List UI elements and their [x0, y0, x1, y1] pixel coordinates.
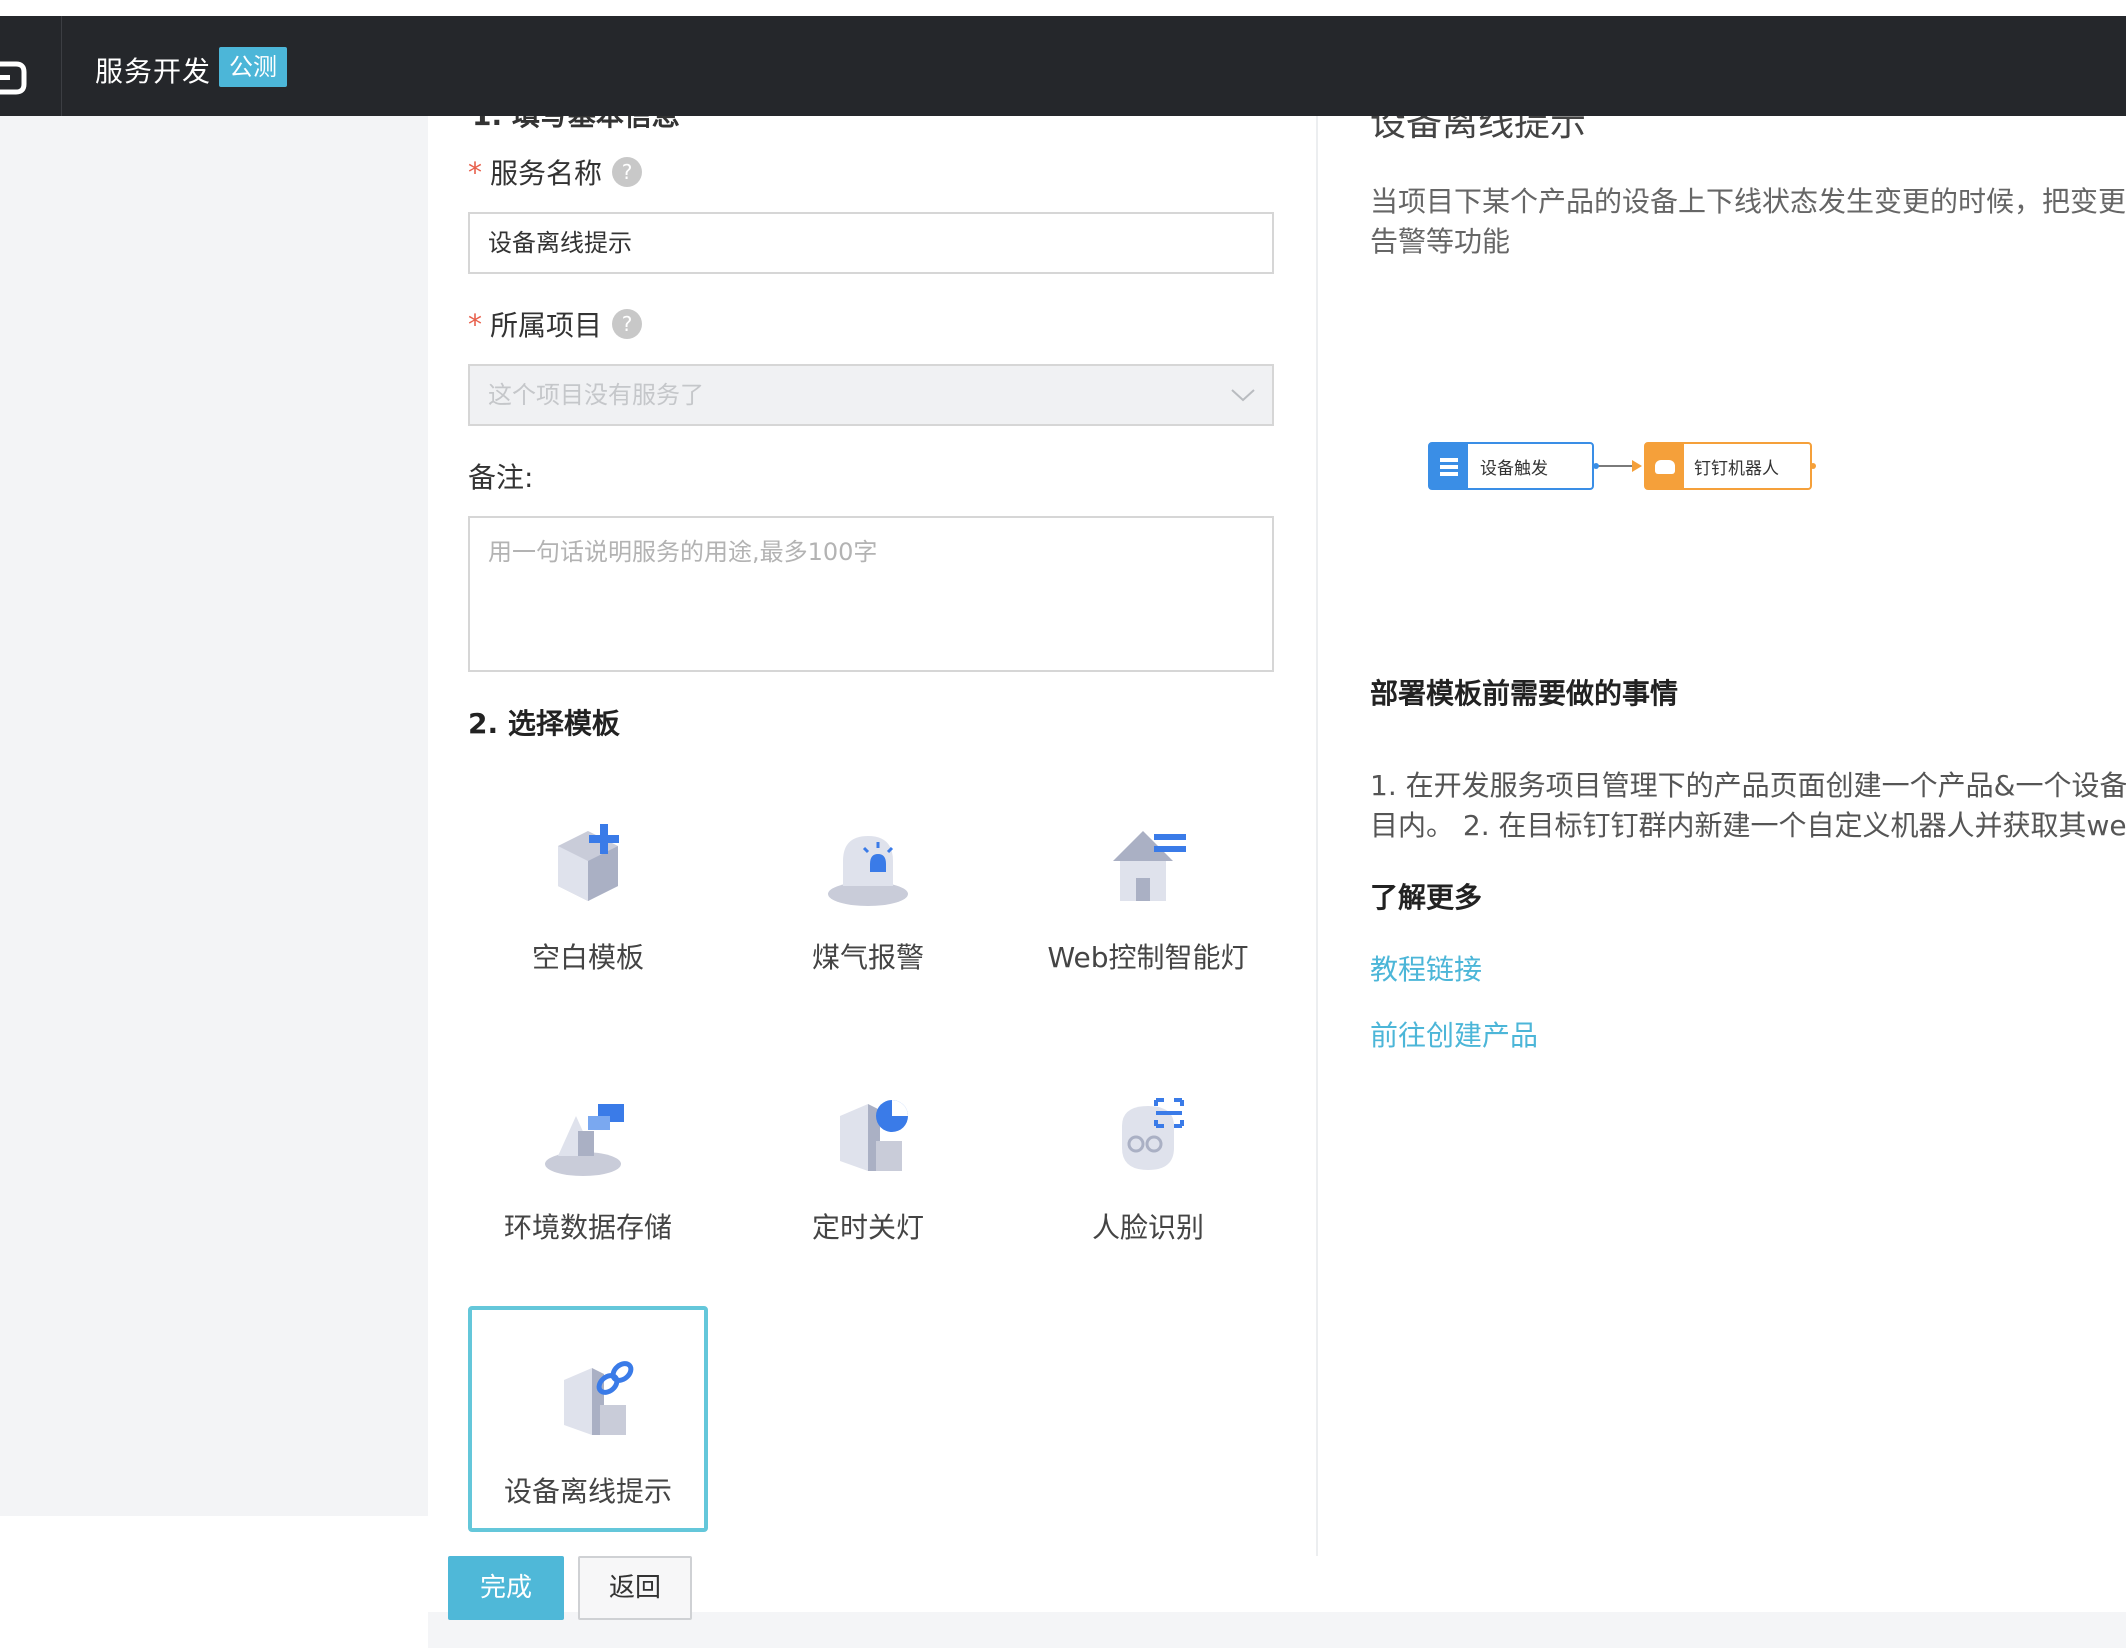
preview-title: 设备离线提示	[1370, 116, 1587, 144]
template-label: 设备离线提示	[503, 1475, 672, 1508]
preview-description: 当项目下某个产品的设备上下线状态发生变更的时候，把变更 告警等功能	[1370, 182, 2126, 262]
template-card-smart-light[interactable]: Web控制智能灯	[1028, 796, 1268, 1022]
project-label: * 所属项目 ?	[468, 304, 643, 344]
project-select[interactable]: 这个项目没有服务了	[468, 364, 1274, 426]
template-label: 煤气报警	[811, 941, 924, 974]
template-label: 环境数据存储	[503, 1211, 672, 1244]
tutorial-link[interactable]: 教程链接	[1370, 948, 1482, 988]
prep-heading: 部署模板前需要做的事情	[1370, 677, 1679, 710]
service-form: 1. 填写基本信息 * 服务名称 ? 设备离线提示 * 所属项目 ? 这个项目没…	[428, 116, 1316, 1556]
template-label: 空白模板	[531, 941, 644, 974]
prep-steps: 1. 在开发服务项目管理下的产品页面创建一个产品&一个设备 目内。 2. 在目标…	[1370, 766, 2126, 846]
face-recognition-icon	[1122, 1098, 1184, 1170]
blank-template-icon	[558, 824, 619, 901]
flow-node-dingtalk-robot: 钉钉机器人	[1644, 442, 1812, 490]
prep-step-line: 目内。 2. 在目标钉钉群内新建一个自定义机器人并获取其web	[1370, 809, 2126, 842]
template-card-gas[interactable]: 煤气报警	[748, 796, 988, 1022]
prep-step-line: 1. 在开发服务项目管理下的产品页面创建一个产品&一个设备	[1370, 769, 2126, 802]
page-title: 服务开发	[95, 55, 212, 88]
chevron-down-icon	[1231, 389, 1255, 402]
template-card-device-offline[interactable]: 设备离线提示	[468, 1306, 708, 1532]
learn-more-heading: 了解更多	[1370, 881, 1483, 914]
remark-textarea[interactable]: 用一句话说明服务的用途,最多100字	[468, 516, 1274, 672]
flow-node-device-trigger: 设备触发	[1428, 442, 1594, 490]
gas-alarm-icon	[828, 836, 908, 906]
template-section-heading: 2. 选择模板	[468, 707, 620, 740]
device-trigger-icon	[1430, 444, 1468, 488]
project-select-placeholder: 这个项目没有服务了	[488, 381, 704, 409]
template-card-face[interactable]: 人脸识别	[1028, 1066, 1268, 1292]
flow-node-label: 钉钉机器人	[1694, 459, 1779, 479]
flow-diagram: 设备触发 钉钉机器人	[1428, 436, 1848, 496]
remark-label-text: 备注:	[468, 461, 534, 494]
smart-light-icon	[1113, 831, 1186, 901]
template-preview-panel: 设备离线提示 当项目下某个产品的设备上下线状态发生变更的时候，把变更 告警等功能…	[1318, 116, 2126, 1556]
service-name-label: * 服务名称 ?	[468, 152, 643, 192]
template-card-blank[interactable]: 空白模板	[468, 796, 708, 1022]
template-label: Web控制智能灯	[1047, 941, 1249, 974]
required-mark: *	[468, 307, 482, 341]
top-strip	[0, 0, 2126, 16]
preview-description-line: 当项目下某个产品的设备上下线状态发生变更的时候，把变更	[1370, 185, 2126, 218]
navbar-divider	[61, 16, 62, 116]
template-label: 定时关灯	[811, 1211, 924, 1244]
done-button[interactable]: 完成	[448, 1556, 564, 1620]
device-offline-icon	[564, 1361, 634, 1435]
create-product-link[interactable]: 前往创建产品	[1370, 1014, 1538, 1054]
help-icon[interactable]: ?	[612, 157, 643, 187]
project-label-text: 所属项目	[490, 309, 603, 342]
template-label: 人脸识别	[1091, 1211, 1204, 1244]
beta-badge: 公测	[219, 47, 287, 87]
template-card-timer-light[interactable]: 定时关灯	[748, 1066, 988, 1292]
remark-label: 备注:	[468, 456, 533, 496]
required-mark: *	[468, 155, 482, 189]
logo-icon[interactable]	[0, 58, 30, 98]
top-navbar: 服务开发 公测	[0, 16, 2126, 116]
flow-node-label: 设备触发	[1480, 459, 1548, 479]
preview-description-line: 告警等功能	[1370, 225, 1511, 258]
service-name-label-text: 服务名称	[490, 157, 603, 190]
robot-icon	[1646, 444, 1684, 488]
service-name-input[interactable]: 设备离线提示	[468, 212, 1274, 274]
timer-light-icon	[840, 1100, 908, 1171]
template-card-env-data[interactable]: 环境数据存储	[468, 1066, 708, 1292]
env-data-icon	[545, 1104, 624, 1176]
left-sidebar	[0, 116, 428, 1516]
help-icon[interactable]: ?	[612, 309, 643, 339]
back-button[interactable]: 返回	[578, 1556, 692, 1620]
